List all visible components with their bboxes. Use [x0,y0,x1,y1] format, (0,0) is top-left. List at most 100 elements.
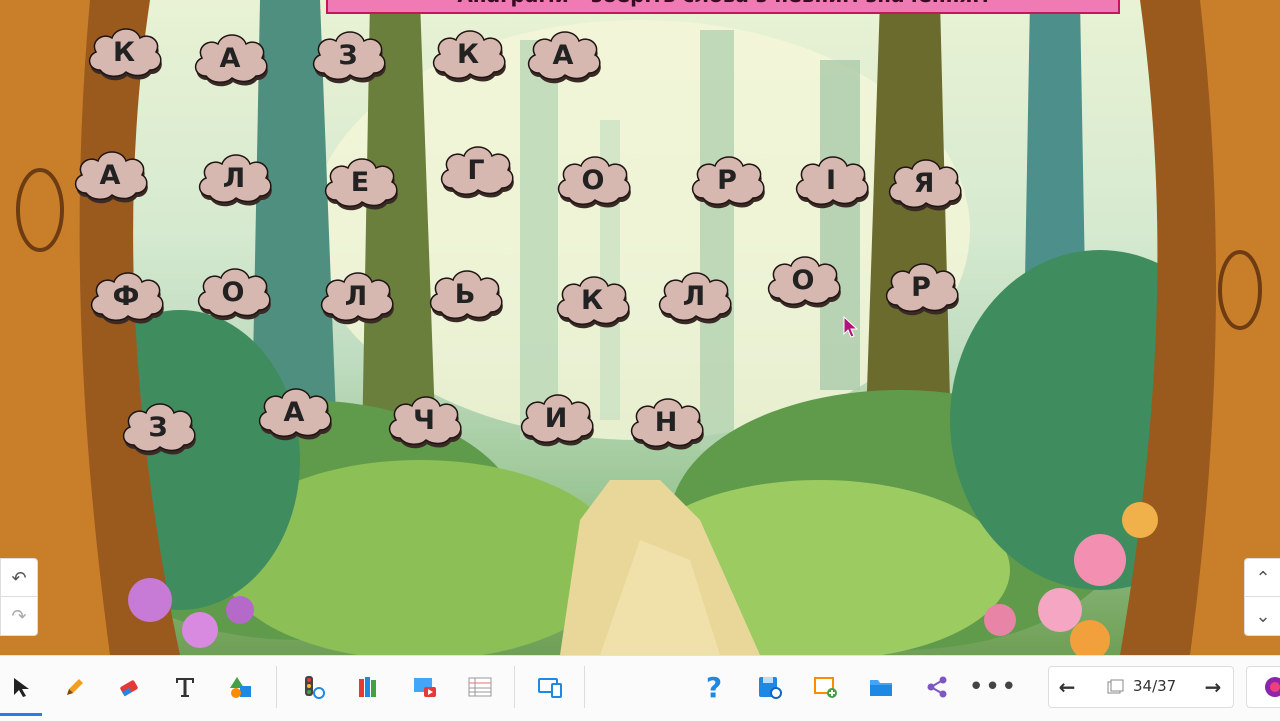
pen-tool-button[interactable] [58,670,92,704]
add-page-button[interactable] [809,670,843,704]
app-logo-icon [1265,677,1280,697]
select-icon [14,678,29,697]
letter-cloud[interactable]: К [552,270,632,330]
library-tool-button[interactable] [352,670,386,704]
letter-cloud[interactable]: Л [194,148,274,208]
save-icon [759,677,782,699]
cloud-letter: І [825,164,837,196]
previous-page-button[interactable]: ← [1053,673,1081,701]
cloud-letter: Ф [112,280,140,312]
letter-cloud[interactable]: Ф [86,266,166,326]
letter-cloud[interactable]: О [763,250,843,310]
scroll-down-button[interactable]: ⌄ [1244,596,1280,636]
cloud-letter: А [283,396,305,428]
cloud-letter: И [544,402,568,434]
cloud-letter: О [791,264,815,296]
cloud-letter: Г [467,154,485,186]
letter-cloud[interactable]: Г [436,140,516,200]
title-banner: Анаграми - зберіть слова з певним значен… [326,0,1120,14]
media-icon [414,678,436,697]
eraser-tool-button[interactable] [112,670,146,704]
letter-cloud[interactable]: А [70,145,150,205]
more-options-button[interactable]: ••• [969,670,1017,704]
app-menu-button[interactable] [1246,666,1280,708]
chevron-up-icon: ⌃ [1255,567,1271,589]
letter-cloud[interactable]: О [193,262,273,322]
shapes-tool-button[interactable] [224,670,258,704]
whiteboard-canvas[interactable]: Анаграми - зберіть слова з певним значен… [0,0,1280,655]
text-tool-button[interactable] [168,670,202,704]
share-icon [927,676,947,698]
shapes-icon [230,677,251,698]
cloud-letter: Л [344,280,368,312]
select-tool-button[interactable] [0,670,42,716]
cloud-letter: Н [654,406,678,438]
share-button[interactable] [920,670,954,704]
letter-cloud[interactable]: Н [626,392,706,452]
scroll-up-button[interactable]: ⌃ [1244,558,1280,598]
cloud-letter: Я [913,167,935,199]
cloud-letter: А [219,42,241,74]
arrow-right-icon: → [1204,675,1222,699]
more-icon: ••• [968,672,1018,702]
eraser-icon [120,680,138,697]
page-count: 34/37 [1133,677,1177,695]
undo-button[interactable]: ↶ [0,558,38,598]
letter-cloud[interactable]: Е [320,152,400,212]
letter-cloud[interactable]: А [190,28,270,88]
cloud-letter: О [581,164,605,196]
page-navigator: ← 34/37 → [1048,666,1234,708]
letter-cloud[interactable]: Ь [425,264,505,324]
redo-icon: ↷ [11,605,27,627]
cloud-letter: Р [911,271,931,303]
cloud-letter: Ч [413,404,435,436]
letter-cloud[interactable]: Я [884,153,964,213]
library-icon [359,677,376,697]
cloud-letter: А [552,39,574,71]
cloud-letter: Р [717,164,737,196]
arrow-left-icon: ← [1058,675,1076,699]
media-tool-button[interactable] [408,670,442,704]
cloud-letter: Ь [454,278,476,310]
folder-icon [870,680,892,696]
forest-background [0,0,1280,655]
toolbar-separator [514,666,515,708]
save-button[interactable] [753,670,787,704]
letter-cloud[interactable]: Р [687,150,767,210]
toolbar-separator [584,666,585,708]
text-icon [176,678,194,697]
letter-cloud[interactable]: З [308,25,388,85]
next-page-button[interactable]: → [1199,673,1227,701]
cloud-letter: З [148,411,168,443]
cloud-letter: О [221,276,245,308]
letter-cloud[interactable]: Ч [384,390,464,450]
cloud-letter: К [580,284,604,316]
help-icon: ? [705,670,723,704]
open-folder-button[interactable] [864,670,898,704]
help-button[interactable]: ? [697,670,731,704]
device-tool-button[interactable] [533,670,567,704]
cloud-letter: Л [682,280,706,312]
letter-cloud[interactable]: З [118,397,198,457]
add-page-icon [814,677,837,698]
letter-cloud[interactable]: А [254,382,334,442]
cloud-letter: Л [222,162,246,194]
letter-cloud[interactable]: І [791,150,871,210]
letter-cloud[interactable]: А [523,25,603,85]
table-icon [468,677,492,697]
letter-cloud[interactable]: К [428,24,508,84]
letter-cloud[interactable]: Л [316,266,396,326]
pen-icon [67,679,83,695]
cloud-letter: К [112,36,136,68]
cloud-letter: З [338,39,358,71]
timer-tool-button[interactable] [296,670,330,704]
letter-cloud[interactable]: К [84,22,164,82]
undo-icon: ↶ [11,567,27,589]
letter-cloud[interactable]: И [516,388,596,448]
letter-cloud[interactable]: Р [881,257,961,317]
letter-cloud[interactable]: Л [654,266,734,326]
letter-cloud[interactable]: О [553,150,633,210]
redo-button[interactable]: ↷ [0,596,38,636]
device-icon [538,678,562,698]
table-tool-button[interactable] [463,670,497,704]
